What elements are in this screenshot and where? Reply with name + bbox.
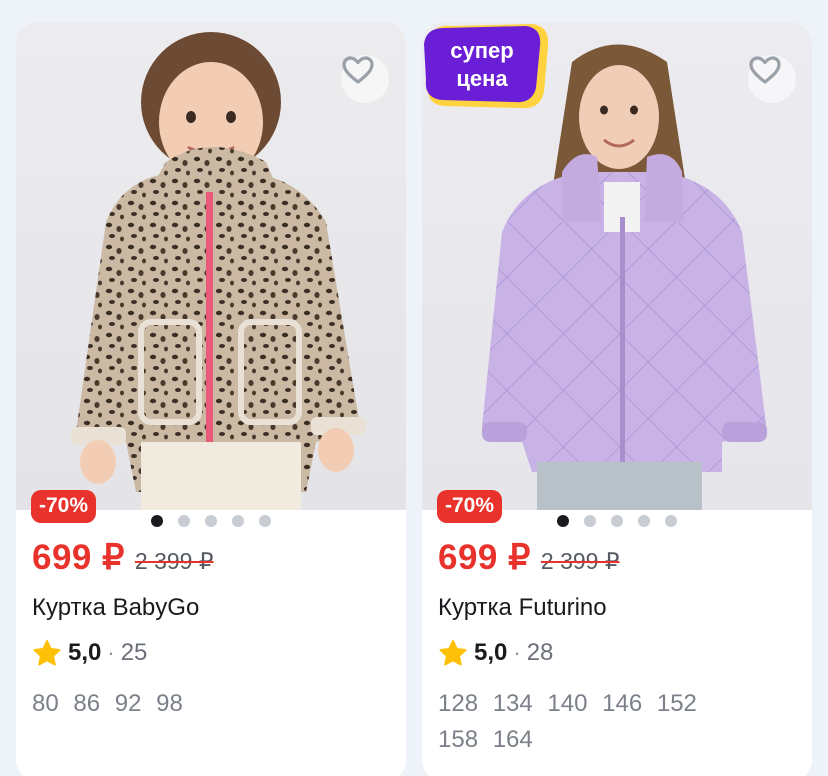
heart-outline-icon [342, 56, 374, 84]
current-price: 699 ₽ [438, 538, 531, 577]
product-title[interactable]: Куртка Futurino [438, 594, 607, 622]
product-card-babygo[interactable]: -70% 699 ₽ 2 399 ₽ Куртка BabyGo 5,0 · 2… [16, 22, 406, 776]
price-row: 699 ₽ 2 399 ₽ [438, 538, 619, 578]
discount-badge: -70% [31, 490, 97, 523]
carousel-dot[interactable] [178, 515, 190, 527]
size-list: 80 86 92 98 [32, 690, 183, 717]
product-photo[interactable]: супер цена [422, 22, 812, 510]
product-card-futurino[interactable]: супер цена -70% 699 ₽ 2 399 ₽ Куртка Fut… [422, 22, 812, 776]
rating-separator: · [513, 640, 521, 665]
carousel-dot[interactable] [611, 515, 623, 527]
price-row: 699 ₽ 2 399 ₽ [32, 538, 213, 578]
favorite-button[interactable] [748, 55, 796, 103]
carousel-dot[interactable] [205, 515, 217, 527]
carousel-dots[interactable] [151, 515, 271, 527]
rating-separator: · [107, 640, 115, 665]
old-price: 2 399 ₽ [540, 548, 620, 574]
carousel-dot[interactable] [638, 515, 650, 527]
carousel-dot[interactable] [665, 515, 677, 527]
carousel-dot[interactable] [151, 515, 163, 527]
old-price: 2 399 ₽ [134, 548, 214, 574]
heart-outline-icon [749, 56, 781, 84]
badge-line2: цена [456, 66, 508, 91]
review-count: 28 [526, 639, 554, 666]
star-icon [33, 640, 61, 666]
rating: 5,0 · 28 [438, 639, 553, 667]
carousel-dot[interactable] [584, 515, 596, 527]
favorite-button[interactable] [341, 55, 389, 103]
carousel-dot[interactable] [557, 515, 569, 527]
rating-value: 5,0 [474, 639, 508, 666]
star-icon [439, 640, 467, 666]
product-photo[interactable] [16, 22, 406, 510]
size-list: 128 134 140 146 152 158 164 [438, 690, 697, 753]
carousel-dot[interactable] [232, 515, 244, 527]
carousel-dot[interactable] [259, 515, 271, 527]
carousel-dots[interactable] [557, 515, 677, 527]
review-count: 25 [120, 639, 148, 666]
super-price-badge: супер цена [424, 24, 549, 109]
discount-badge: -70% [437, 490, 503, 523]
product-title[interactable]: Куртка BabyGo [32, 594, 199, 622]
badge-line1: супер [450, 38, 513, 63]
current-price: 699 ₽ [32, 538, 125, 577]
rating-value: 5,0 [68, 639, 102, 666]
rating: 5,0 · 25 [32, 639, 147, 667]
